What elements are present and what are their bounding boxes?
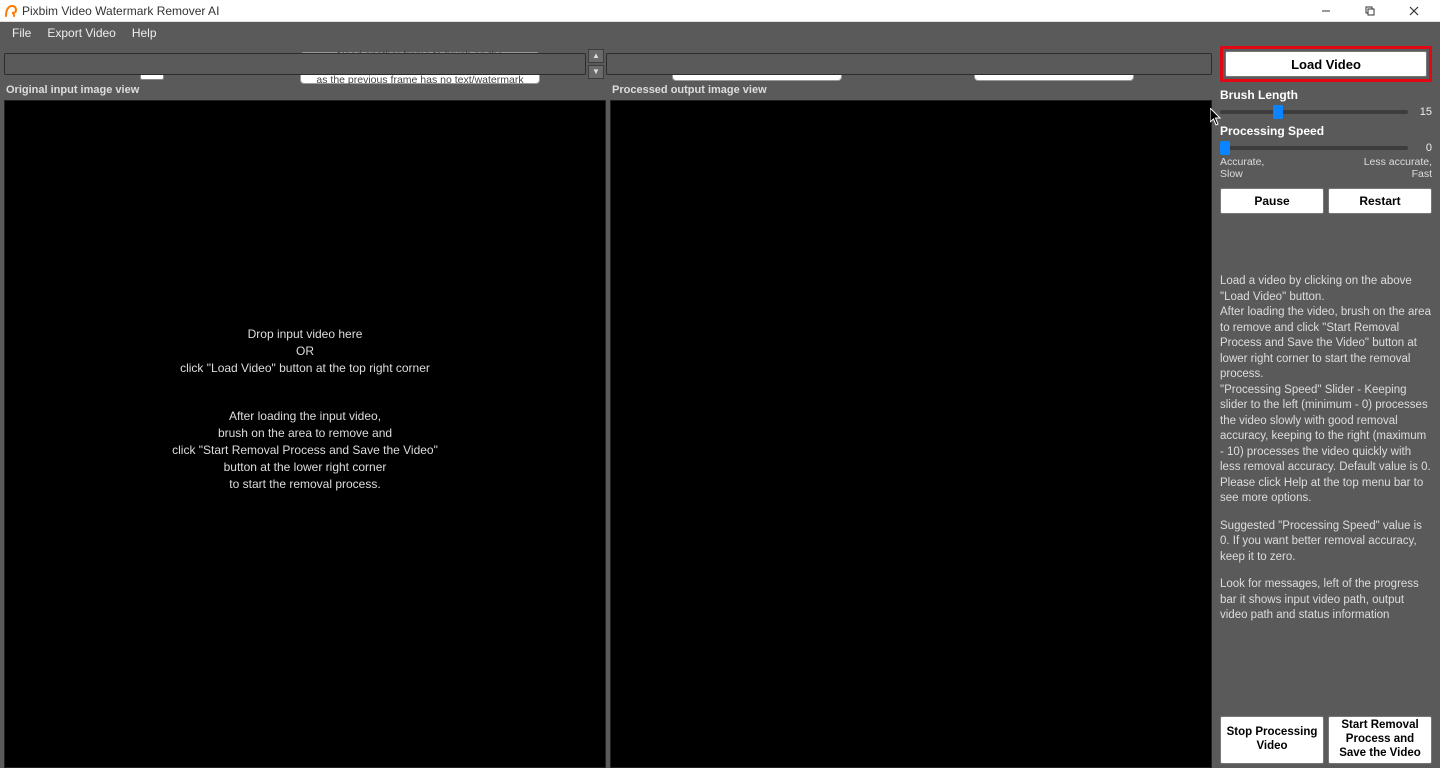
pause-button[interactable]: Pause [1220, 188, 1324, 214]
spinner-down-button[interactable]: ▼ [588, 65, 604, 79]
processed-canvas[interactable] [610, 100, 1212, 768]
minimize-button[interactable] [1304, 0, 1348, 22]
progress-input-right[interactable] [606, 53, 1212, 75]
path-inputs-row: ▲ ▼ [4, 44, 1212, 84]
menu-export-video[interactable]: Export Video [39, 24, 124, 42]
processing-speed-thumb[interactable] [1220, 141, 1230, 155]
restart-button[interactable]: Restart [1328, 188, 1432, 214]
speed-caption-right: Less accurate, Fast [1364, 156, 1432, 180]
window-title: Pixbim Video Watermark Remover AI [22, 4, 219, 18]
load-video-button[interactable]: Load Video [1225, 51, 1427, 77]
brush-length-thumb[interactable] [1273, 105, 1283, 119]
help-text: Load a video by clicking on the above "L… [1220, 274, 1432, 636]
menubar: File Export Video Help [0, 22, 1440, 44]
spinner-up-button[interactable]: ▲ [588, 49, 604, 63]
processed-view-label: Processed output image view [610, 84, 1212, 100]
speed-caption-left: Accurate, Slow [1220, 156, 1264, 180]
processing-speed-slider[interactable] [1220, 146, 1408, 150]
side-panel: Load Video Brush Length 15 Processing Sp… [1216, 92, 1436, 768]
start-removal-button[interactable]: Start Removal Process and Save the Video [1328, 716, 1432, 764]
brush-length-label: Brush Length [1220, 88, 1432, 102]
menu-file[interactable]: File [4, 24, 39, 42]
original-canvas[interactable]: Drop input video here OR click "Load Vid… [4, 100, 606, 768]
brush-length-slider[interactable] [1220, 110, 1408, 114]
app-logo-icon [4, 4, 18, 18]
brush-length-value: 15 [1414, 106, 1432, 118]
drop-instructions: Drop input video here OR click "Load Vid… [5, 326, 605, 492]
left-pane: ▲ ▼ Original input image view Processed … [0, 92, 1216, 768]
close-button[interactable] [1392, 0, 1436, 22]
titlebar: Pixbim Video Watermark Remover AI [0, 0, 1440, 22]
frame-spinner: ▲ ▼ [588, 49, 604, 79]
menu-help[interactable]: Help [124, 24, 165, 42]
load-video-highlight: Load Video [1220, 46, 1432, 82]
maximize-button[interactable] [1348, 0, 1392, 22]
original-view-label: Original input image view [4, 84, 610, 100]
view-labels: Original input image view Processed outp… [4, 84, 1212, 100]
processing-speed-label: Processing Speed [1220, 124, 1432, 138]
status-input-left[interactable] [4, 53, 586, 75]
processing-speed-value: 0 [1414, 142, 1432, 154]
stop-processing-button[interactable]: Stop Processing Video [1220, 716, 1324, 764]
